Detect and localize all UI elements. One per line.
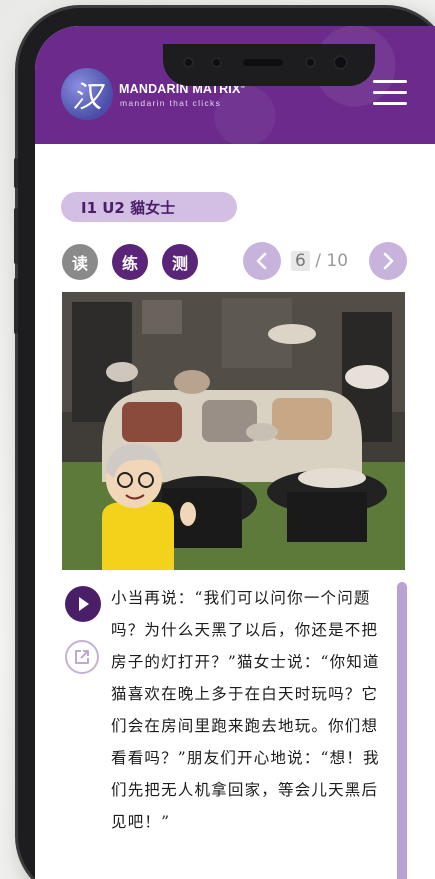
phone-side-button [14,158,18,188]
earpiece-speaker [243,59,283,66]
cat [268,324,316,344]
mode-practice-button[interactable]: 练 [112,244,148,280]
grandma-hand [180,502,196,526]
phone-notch [163,44,375,86]
page-current: 6 [291,251,310,271]
phone-volume-up [14,208,18,264]
cat [298,468,366,488]
camera-sensor [305,57,316,68]
page-separator: / [315,251,321,271]
prev-page-button[interactable] [243,242,281,280]
cushion [122,402,182,442]
picture-frame [142,300,182,334]
front-camera [333,55,348,70]
camera-sensor [183,57,194,68]
cat [106,362,138,382]
cushion [272,398,332,440]
camera-sensor [211,57,222,68]
story-scrollbar[interactable] [397,582,407,879]
app-screen: 汉 MANDARIN MATRIX® mandarin that clicks … [35,26,435,879]
phone-volume-down [14,278,18,334]
mode-read-label: 读 [71,254,88,273]
magic-hat-body [287,492,367,542]
logo-glyph: 汉 [72,80,102,115]
play-icon [79,597,89,611]
brand-tagline: mandarin that clicks [120,98,222,108]
mode-practice-label: 练 [121,254,138,273]
story-text: 小当再说：“我们可以问你一个问题吗？为什么天黑了以后，你还是不把房子的灯打开？”… [111,589,380,831]
page-total: 10 [326,251,349,271]
next-page-button[interactable] [369,242,407,280]
external-link-icon [75,650,89,664]
brand-logo[interactable]: 汉 [61,68,113,120]
mode-test-button[interactable]: 测 [162,244,198,280]
chevron-left-icon [256,252,267,270]
mode-test-label: 测 [171,254,188,273]
scrollbar-thumb[interactable] [397,582,407,879]
grandma-shirt [102,502,174,570]
play-audio-button[interactable] [65,586,101,622]
story-illustration [62,292,405,570]
cat [345,365,389,389]
mode-read-button[interactable]: 读 [62,244,98,280]
open-external-button[interactable] [65,640,99,674]
chevron-right-icon [383,252,394,270]
cat [246,423,278,441]
lesson-title: I1 U2 貓女士 [61,192,237,222]
cat [174,370,210,394]
hamburger-icon[interactable] [373,80,407,106]
page-indicator: 6 / 10 [291,251,348,271]
